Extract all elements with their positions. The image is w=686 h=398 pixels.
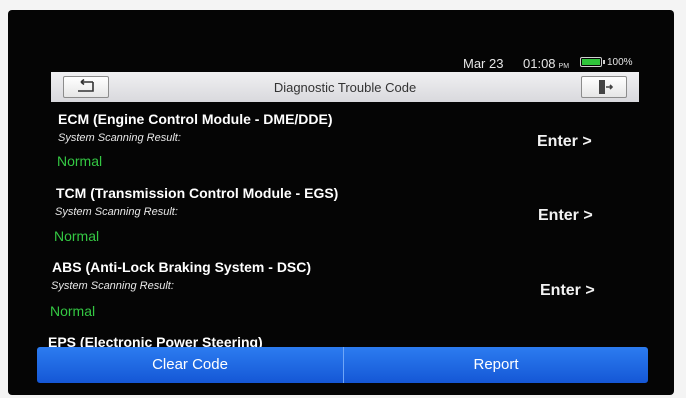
scan-result-status: Normal xyxy=(54,228,100,244)
clear-code-button[interactable]: Clear Code xyxy=(37,347,344,383)
scan-result-label: System Scanning Result: xyxy=(55,206,178,218)
scan-result-status: Normal xyxy=(50,303,96,319)
module-item-ecm: ECM (Engine Control Module - DME/DDE) Sy… xyxy=(8,102,674,176)
battery-fill xyxy=(582,59,600,65)
exit-button[interactable] xyxy=(581,76,627,98)
module-item-eps: EPS (Electronic Power Steering) xyxy=(8,324,674,347)
module-name: ABS (Anti-Lock Braking System - DSC) xyxy=(52,259,312,275)
scan-result-label: System Scanning Result: xyxy=(51,280,174,292)
status-date: Mar 23 xyxy=(463,56,504,71)
module-name: ECM (Engine Control Module - DME/DDE) xyxy=(58,111,333,127)
battery-cap xyxy=(603,60,605,64)
enter-button[interactable]: Enter > xyxy=(537,133,592,151)
module-item-abs: ABS (Anti-Lock Braking System - DSC) Sys… xyxy=(8,250,674,324)
module-name: TCM (Transmission Control Module - EGS) xyxy=(56,185,339,201)
module-name: EPS (Electronic Power Steering) xyxy=(48,334,263,347)
scan-result-label: System Scanning Result: xyxy=(58,132,181,144)
status-time: 01:08 PM xyxy=(523,56,569,71)
module-item-tcm: TCM (Transmission Control Module - EGS) … xyxy=(8,176,674,250)
status-bar: Mar 23 01:08 PM 100% xyxy=(8,54,674,74)
scan-result-status: Normal xyxy=(57,153,103,169)
battery-percent: 100% xyxy=(607,57,633,68)
status-ampm: PM xyxy=(558,63,570,70)
report-button[interactable]: Report xyxy=(344,347,648,383)
title-bar: Diagnostic Trouble Code xyxy=(51,72,639,102)
page-title: Diagnostic Trouble Code xyxy=(273,80,417,95)
module-list: ECM (Engine Control Module - DME/DDE) Sy… xyxy=(8,102,674,347)
enter-button[interactable]: Enter > xyxy=(540,282,595,300)
battery-icon xyxy=(580,57,602,67)
enter-button[interactable]: Enter > xyxy=(538,207,593,225)
exit-door-icon xyxy=(599,80,614,94)
device-screen: Mar 23 01:08 PM 100% Diagnostic Trouble C… xyxy=(8,10,674,395)
status-time-value: 01:08 xyxy=(523,56,556,71)
bottom-action-bar: Clear Code Report xyxy=(37,347,648,383)
